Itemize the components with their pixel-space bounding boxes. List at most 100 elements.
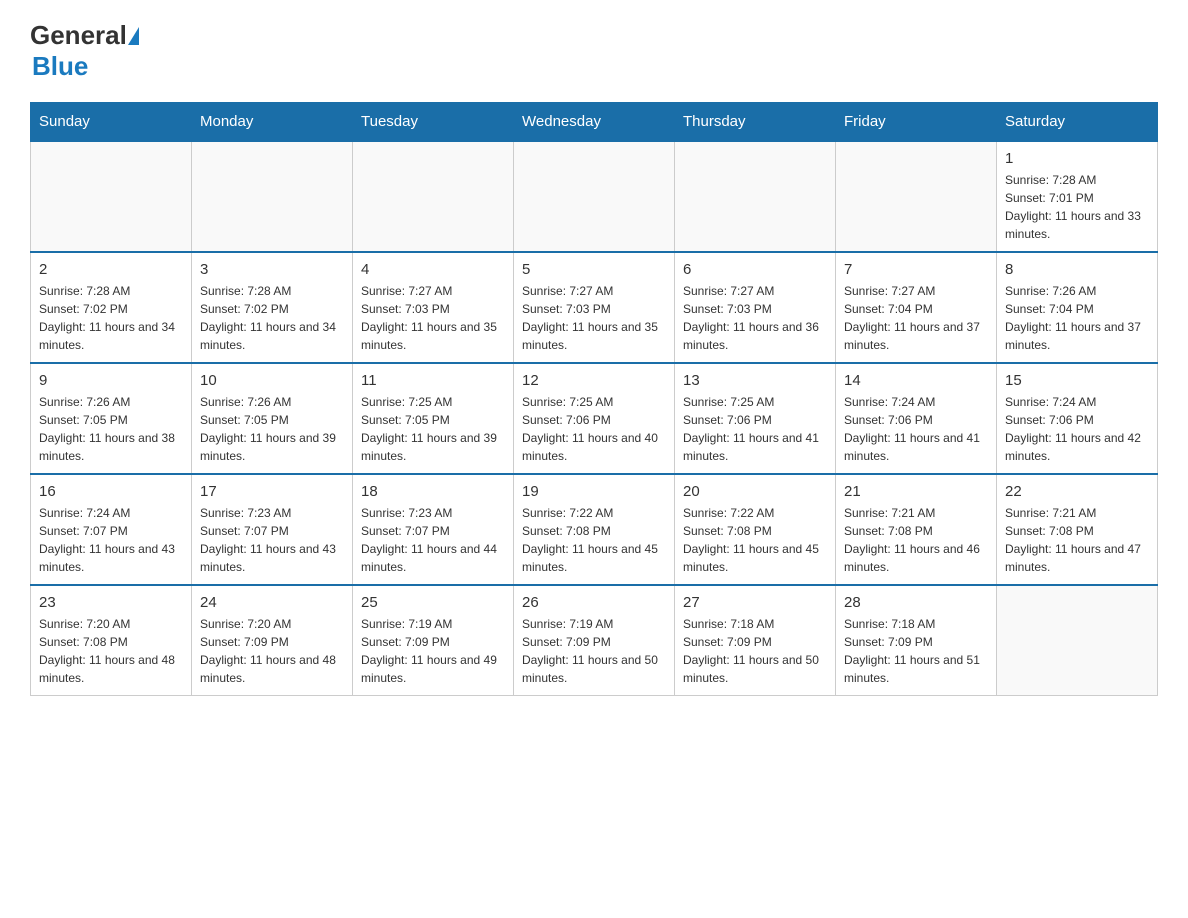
day-number: 23 [39,594,183,611]
day-number: 7 [844,261,988,278]
day-number: 16 [39,483,183,500]
day-number: 25 [361,594,505,611]
day-info: Sunrise: 7:26 AMSunset: 7:04 PMDaylight:… [1005,282,1149,354]
day-info: Sunrise: 7:20 AMSunset: 7:09 PMDaylight:… [200,615,344,687]
calendar-day-cell: 17 Sunrise: 7:23 AMSunset: 7:07 PMDayligh… [192,474,353,585]
day-info: Sunrise: 7:22 AMSunset: 7:08 PMDaylight:… [683,504,827,576]
calendar-day-cell: 13 Sunrise: 7:25 AMSunset: 7:06 PMDayligh… [675,363,836,474]
day-number: 12 [522,372,666,389]
day-info: Sunrise: 7:27 AMSunset: 7:03 PMDaylight:… [522,282,666,354]
day-number: 27 [683,594,827,611]
logo-triangle-icon [128,27,139,45]
calendar-day-cell: 26Sunrise: 7:19 AMSunset: 7:09 PMDayligh… [514,585,675,696]
day-number: 1 [1005,150,1149,167]
day-info: Sunrise: 7:26 AMSunset: 7:05 PMDaylight:… [200,393,344,465]
day-number: 18 [361,483,505,500]
day-info: Sunrise: 7:27 AMSunset: 7:04 PMDaylight:… [844,282,988,354]
calendar-day-cell [997,585,1158,696]
day-number: 28 [844,594,988,611]
calendar-day-cell [353,141,514,252]
day-info: Sunrise: 7:25 AMSunset: 7:06 PMDaylight:… [683,393,827,465]
day-of-week-header: Saturday [997,103,1158,142]
calendar-day-cell: 6 Sunrise: 7:27 AMSunset: 7:03 PMDaylight… [675,252,836,363]
day-info: Sunrise: 7:18 AMSunset: 7:09 PMDaylight:… [683,615,827,687]
calendar-day-cell [31,141,192,252]
day-number: 22 [1005,483,1149,500]
calendar-day-cell: 24 Sunrise: 7:20 AMSunset: 7:09 PMDayligh… [192,585,353,696]
day-info: Sunrise: 7:24 AMSunset: 7:06 PMDaylight:… [844,393,988,465]
day-info: Sunrise: 7:27 AMSunset: 7:03 PMDaylight:… [683,282,827,354]
calendar-week-row: 2 Sunrise: 7:28 AMSunset: 7:02 PMDaylight… [31,252,1158,363]
day-info: Sunrise: 7:18 AMSunset: 7:09 PMDaylight:… [844,615,988,687]
calendar-day-cell [514,141,675,252]
day-number: 26 [522,594,666,611]
day-number: 19 [522,483,666,500]
calendar-day-cell: 19 Sunrise: 7:22 AMSunset: 7:08 PMDayligh… [514,474,675,585]
calendar-day-cell: 25 Sunrise: 7:19 AMSunset: 7:09 PMDayligh… [353,585,514,696]
logo: General Blue [30,20,140,82]
day-info: Sunrise: 7:24 AMSunset: 7:07 PMDaylight:… [39,504,183,576]
calendar-day-cell [192,141,353,252]
logo-blue-text: Blue [32,51,88,81]
day-number: 17 [200,483,344,500]
calendar-day-cell: 22 Sunrise: 7:21 AMSunset: 7:08 PMDayligh… [997,474,1158,585]
calendar-day-cell: 27 Sunrise: 7:18 AMSunset: 7:09 PMDayligh… [675,585,836,696]
calendar-week-row: 16 Sunrise: 7:24 AMSunset: 7:07 PMDayligh… [31,474,1158,585]
calendar-day-cell: 8 Sunrise: 7:26 AMSunset: 7:04 PMDaylight… [997,252,1158,363]
day-number: 6 [683,261,827,278]
calendar-day-cell: 3 Sunrise: 7:28 AMSunset: 7:02 PMDaylight… [192,252,353,363]
day-info: Sunrise: 7:27 AMSunset: 7:03 PMDaylight:… [361,282,505,354]
calendar-day-cell [836,141,997,252]
calendar-week-row: 1 Sunrise: 7:28 AMSunset: 7:01 PMDaylight… [31,141,1158,252]
day-info: Sunrise: 7:28 AMSunset: 7:02 PMDaylight:… [39,282,183,354]
day-number: 4 [361,261,505,278]
day-number: 3 [200,261,344,278]
calendar-day-cell: 12 Sunrise: 7:25 AMSunset: 7:06 PMDayligh… [514,363,675,474]
calendar-day-cell: 5 Sunrise: 7:27 AMSunset: 7:03 PMDaylight… [514,252,675,363]
day-info: Sunrise: 7:24 AMSunset: 7:06 PMDaylight:… [1005,393,1149,465]
calendar-header-row: SundayMondayTuesdayWednesdayThursdayFrid… [31,103,1158,142]
calendar-day-cell: 18 Sunrise: 7:23 AMSunset: 7:07 PMDayligh… [353,474,514,585]
day-info: Sunrise: 7:26 AMSunset: 7:05 PMDaylight:… [39,393,183,465]
day-info: Sunrise: 7:19 AMSunset: 7:09 PMDaylight:… [361,615,505,687]
calendar-day-cell: 21 Sunrise: 7:21 AMSunset: 7:08 PMDayligh… [836,474,997,585]
day-number: 9 [39,372,183,389]
day-number: 11 [361,372,505,389]
day-number: 2 [39,261,183,278]
calendar-day-cell: 10 Sunrise: 7:26 AMSunset: 7:05 PMDayligh… [192,363,353,474]
calendar-day-cell [675,141,836,252]
day-of-week-header: Wednesday [514,103,675,142]
logo-general-text: General [30,20,127,51]
day-number: 8 [1005,261,1149,278]
page-header: General Blue [30,20,1158,82]
day-of-week-header: Thursday [675,103,836,142]
day-info: Sunrise: 7:23 AMSunset: 7:07 PMDaylight:… [200,504,344,576]
calendar-day-cell: 28 Sunrise: 7:18 AMSunset: 7:09 PMDayligh… [836,585,997,696]
day-number: 10 [200,372,344,389]
day-info: Sunrise: 7:25 AMSunset: 7:06 PMDaylight:… [522,393,666,465]
day-info: Sunrise: 7:20 AMSunset: 7:08 PMDaylight:… [39,615,183,687]
day-number: 5 [522,261,666,278]
day-info: Sunrise: 7:25 AMSunset: 7:05 PMDaylight:… [361,393,505,465]
calendar-day-cell: 2 Sunrise: 7:28 AMSunset: 7:02 PMDaylight… [31,252,192,363]
day-number: 13 [683,372,827,389]
calendar-day-cell: 1 Sunrise: 7:28 AMSunset: 7:01 PMDaylight… [997,141,1158,252]
calendar-day-cell: 9 Sunrise: 7:26 AMSunset: 7:05 PMDaylight… [31,363,192,474]
calendar-day-cell: 15Sunrise: 7:24 AMSunset: 7:06 PMDayligh… [997,363,1158,474]
calendar-day-cell: 4 Sunrise: 7:27 AMSunset: 7:03 PMDaylight… [353,252,514,363]
day-info: Sunrise: 7:21 AMSunset: 7:08 PMDaylight:… [844,504,988,576]
calendar-week-row: 9 Sunrise: 7:26 AMSunset: 7:05 PMDaylight… [31,363,1158,474]
day-info: Sunrise: 7:21 AMSunset: 7:08 PMDaylight:… [1005,504,1149,576]
day-of-week-header: Monday [192,103,353,142]
day-info: Sunrise: 7:28 AMSunset: 7:02 PMDaylight:… [200,282,344,354]
day-info: Sunrise: 7:28 AMSunset: 7:01 PMDaylight:… [1005,171,1149,243]
day-of-week-header: Sunday [31,103,192,142]
calendar-day-cell: 20Sunrise: 7:22 AMSunset: 7:08 PMDayligh… [675,474,836,585]
day-info: Sunrise: 7:23 AMSunset: 7:07 PMDaylight:… [361,504,505,576]
day-number: 14 [844,372,988,389]
calendar-day-cell: 7 Sunrise: 7:27 AMSunset: 7:04 PMDaylight… [836,252,997,363]
day-number: 24 [200,594,344,611]
day-info: Sunrise: 7:22 AMSunset: 7:08 PMDaylight:… [522,504,666,576]
calendar-table: SundayMondayTuesdayWednesdayThursdayFrid… [30,102,1158,696]
day-number: 21 [844,483,988,500]
